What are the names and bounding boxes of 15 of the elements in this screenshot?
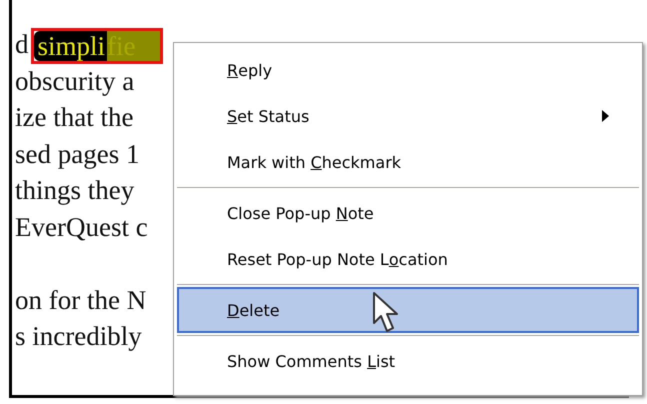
document-text: d [15, 28, 28, 61]
document-text: ize that the [15, 101, 134, 134]
menu-item[interactable]: Delete [177, 287, 639, 333]
menu-item[interactable]: Reply [177, 47, 639, 93]
document-text: sed pages 1 [15, 138, 140, 171]
menu-item[interactable]: Mark with Checkmark [177, 139, 639, 185]
document-text: things they [15, 174, 134, 207]
document-text: obscurity a [15, 64, 134, 98]
menu-item[interactable]: Reset Pop-up Note Location [177, 236, 639, 282]
menu-item[interactable]: Close Pop-up Note [177, 190, 639, 236]
document-text: on for the N [15, 284, 146, 316]
menu-item[interactable]: Set Status [177, 93, 639, 139]
document-text: s incredibly [15, 320, 142, 353]
menu-item[interactable]: Show Comments List [177, 338, 639, 384]
document-text: EverQuest c [15, 210, 148, 244]
